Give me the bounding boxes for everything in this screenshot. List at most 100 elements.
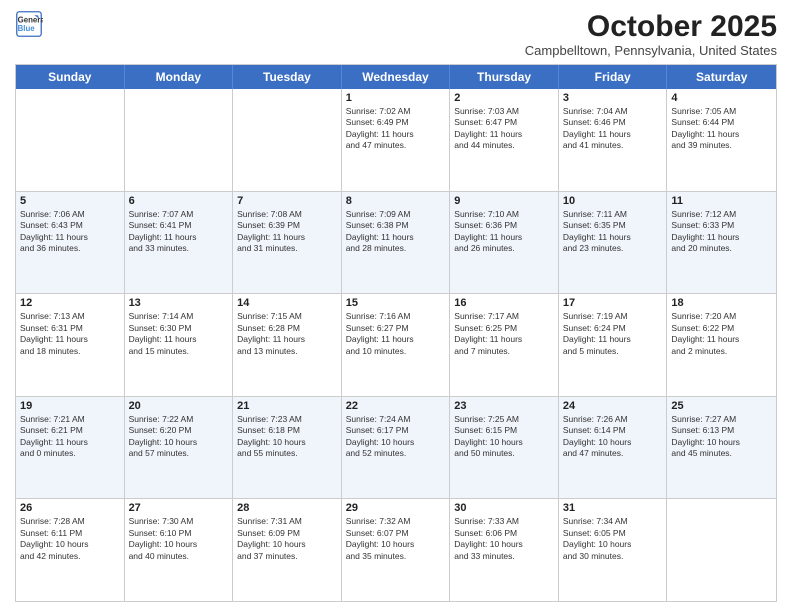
- calendar-week-4: 19 Sunrise: 7:21 AM Sunset: 6:21 PM Dayli…: [16, 397, 776, 500]
- cell-info: Sunrise: 7:02 AM Sunset: 6:49 PM Dayligh…: [346, 106, 446, 152]
- page-title: October 2025: [525, 10, 777, 43]
- cell-info: Sunrise: 7:34 AM Sunset: 6:05 PM Dayligh…: [563, 516, 663, 562]
- calendar-week-2: 5 Sunrise: 7:06 AM Sunset: 6:43 PM Daylig…: [16, 192, 776, 295]
- cell-info: Sunrise: 7:04 AM Sunset: 6:46 PM Dayligh…: [563, 106, 663, 152]
- calendar-cell: 9 Sunrise: 7:10 AM Sunset: 6:36 PM Daylig…: [450, 192, 559, 294]
- calendar-cell: [16, 89, 125, 191]
- cell-info: Sunrise: 7:10 AM Sunset: 6:36 PM Dayligh…: [454, 209, 554, 255]
- calendar-cell: 5 Sunrise: 7:06 AM Sunset: 6:43 PM Daylig…: [16, 192, 125, 294]
- calendar-week-3: 12 Sunrise: 7:13 AM Sunset: 6:31 PM Dayli…: [16, 294, 776, 397]
- cell-day-number: 20: [129, 400, 229, 412]
- calendar-cell: 29Sunrise: 7:32 AM Sunset: 6:07 PM Dayli…: [342, 499, 451, 601]
- logo: General Blue: [15, 10, 43, 38]
- cell-info: Sunrise: 7:23 AM Sunset: 6:18 PM Dayligh…: [237, 414, 337, 460]
- cell-day-number: 2: [454, 92, 554, 104]
- cell-info: Sunrise: 7:20 AM Sunset: 6:22 PM Dayligh…: [671, 311, 772, 357]
- calendar-cell: [667, 499, 776, 601]
- cell-day-number: 1: [346, 92, 446, 104]
- cell-info: Sunrise: 7:16 AM Sunset: 6:27 PM Dayligh…: [346, 311, 446, 357]
- page: General Blue October 2025 Campbelltown, …: [0, 0, 792, 612]
- cell-day-number: 17: [563, 297, 663, 309]
- cell-day-number: 18: [671, 297, 772, 309]
- calendar-cell: 23 Sunrise: 7:25 AM Sunset: 6:15 PM Dayli…: [450, 397, 559, 499]
- calendar-cell: 4 Sunrise: 7:05 AM Sunset: 6:44 PM Daylig…: [667, 89, 776, 191]
- calendar-cell: 30 Sunrise: 7:33 AM Sunset: 6:06 PM Dayli…: [450, 499, 559, 601]
- calendar-cell: 1 Sunrise: 7:02 AM Sunset: 6:49 PM Daylig…: [342, 89, 451, 191]
- cell-info: Sunrise: 7:06 AM Sunset: 6:43 PM Dayligh…: [20, 209, 120, 255]
- col-thursday: Thursday: [450, 65, 559, 89]
- cell-day-number: 3: [563, 92, 663, 104]
- cell-day-number: 6: [129, 195, 229, 207]
- cell-info: Sunrise: 7:21 AM Sunset: 6:21 PM Dayligh…: [20, 414, 120, 460]
- logo-icon: General Blue: [15, 10, 43, 38]
- title-block: October 2025 Campbelltown, Pennsylvania,…: [525, 10, 777, 58]
- cell-day-number: 27: [129, 502, 229, 514]
- calendar-cell: 21 Sunrise: 7:23 AM Sunset: 6:18 PM Dayli…: [233, 397, 342, 499]
- cell-info: Sunrise: 7:30 AM Sunset: 6:10 PM Dayligh…: [129, 516, 229, 562]
- calendar-week-1: 1 Sunrise: 7:02 AM Sunset: 6:49 PM Daylig…: [16, 89, 776, 192]
- cell-day-number: 19: [20, 400, 120, 412]
- cell-info: Sunrise: 7:17 AM Sunset: 6:25 PM Dayligh…: [454, 311, 554, 357]
- cell-day-number: 22: [346, 400, 446, 412]
- calendar-cell: 25 Sunrise: 7:27 AM Sunset: 6:13 PM Dayli…: [667, 397, 776, 499]
- cell-day-number: 14: [237, 297, 337, 309]
- cell-day-number: 5: [20, 195, 120, 207]
- cell-day-number: 4: [671, 92, 772, 104]
- cell-day-number: 11: [671, 195, 772, 207]
- cell-info: Sunrise: 7:08 AM Sunset: 6:39 PM Dayligh…: [237, 209, 337, 255]
- calendar-cell: 31 Sunrise: 7:34 AM Sunset: 6:05 PM Dayli…: [559, 499, 668, 601]
- cell-info: Sunrise: 7:27 AM Sunset: 6:13 PM Dayligh…: [671, 414, 772, 460]
- calendar-cell: 28 Sunrise: 7:31 AM Sunset: 6:09 PM Dayli…: [233, 499, 342, 601]
- cell-day-number: 28: [237, 502, 337, 514]
- cell-day-number: 25: [671, 400, 772, 412]
- cell-day-number: 15: [346, 297, 446, 309]
- calendar-cell: [233, 89, 342, 191]
- header: General Blue October 2025 Campbelltown, …: [15, 10, 777, 58]
- cell-day-number: 7: [237, 195, 337, 207]
- calendar-cell: 24 Sunrise: 7:26 AM Sunset: 6:14 PM Dayli…: [559, 397, 668, 499]
- calendar-cell: 6Sunrise: 7:07 AM Sunset: 6:41 PM Daylig…: [125, 192, 234, 294]
- cell-info: Sunrise: 7:14 AM Sunset: 6:30 PM Dayligh…: [129, 311, 229, 357]
- col-monday: Monday: [125, 65, 234, 89]
- calendar-cell: 22Sunrise: 7:24 AM Sunset: 6:17 PM Dayli…: [342, 397, 451, 499]
- calendar-cell: 13 Sunrise: 7:14 AM Sunset: 6:30 PM Dayli…: [125, 294, 234, 396]
- svg-text:General: General: [18, 15, 43, 24]
- calendar-cell: 11Sunrise: 7:12 AM Sunset: 6:33 PM Dayli…: [667, 192, 776, 294]
- cell-day-number: 21: [237, 400, 337, 412]
- col-friday: Friday: [559, 65, 668, 89]
- calendar: Sunday Monday Tuesday Wednesday Thursday…: [15, 64, 777, 602]
- cell-info: Sunrise: 7:22 AM Sunset: 6:20 PM Dayligh…: [129, 414, 229, 460]
- cell-info: Sunrise: 7:05 AM Sunset: 6:44 PM Dayligh…: [671, 106, 772, 152]
- cell-day-number: 10: [563, 195, 663, 207]
- cell-day-number: 13: [129, 297, 229, 309]
- cell-info: Sunrise: 7:28 AM Sunset: 6:11 PM Dayligh…: [20, 516, 120, 562]
- calendar-cell: 17 Sunrise: 7:19 AM Sunset: 6:24 PM Dayli…: [559, 294, 668, 396]
- col-tuesday: Tuesday: [233, 65, 342, 89]
- cell-info: Sunrise: 7:19 AM Sunset: 6:24 PM Dayligh…: [563, 311, 663, 357]
- calendar-body: 1 Sunrise: 7:02 AM Sunset: 6:49 PM Daylig…: [16, 89, 776, 601]
- cell-day-number: 23: [454, 400, 554, 412]
- cell-info: Sunrise: 7:13 AM Sunset: 6:31 PM Dayligh…: [20, 311, 120, 357]
- cell-info: Sunrise: 7:33 AM Sunset: 6:06 PM Dayligh…: [454, 516, 554, 562]
- calendar-cell: 8 Sunrise: 7:09 AM Sunset: 6:38 PM Daylig…: [342, 192, 451, 294]
- calendar-cell: 12 Sunrise: 7:13 AM Sunset: 6:31 PM Dayli…: [16, 294, 125, 396]
- calendar-cell: 10 Sunrise: 7:11 AM Sunset: 6:35 PM Dayli…: [559, 192, 668, 294]
- cell-day-number: 31: [563, 502, 663, 514]
- calendar-cell: 7 Sunrise: 7:08 AM Sunset: 6:39 PM Daylig…: [233, 192, 342, 294]
- calendar-cell: 3 Sunrise: 7:04 AM Sunset: 6:46 PM Daylig…: [559, 89, 668, 191]
- cell-info: Sunrise: 7:09 AM Sunset: 6:38 PM Dayligh…: [346, 209, 446, 255]
- col-wednesday: Wednesday: [342, 65, 451, 89]
- cell-day-number: 12: [20, 297, 120, 309]
- col-sunday: Sunday: [16, 65, 125, 89]
- cell-day-number: 9: [454, 195, 554, 207]
- cell-info: Sunrise: 7:26 AM Sunset: 6:14 PM Dayligh…: [563, 414, 663, 460]
- cell-info: Sunrise: 7:25 AM Sunset: 6:15 PM Dayligh…: [454, 414, 554, 460]
- cell-info: Sunrise: 7:31 AM Sunset: 6:09 PM Dayligh…: [237, 516, 337, 562]
- cell-info: Sunrise: 7:11 AM Sunset: 6:35 PM Dayligh…: [563, 209, 663, 255]
- cell-day-number: 24: [563, 400, 663, 412]
- cell-day-number: 30: [454, 502, 554, 514]
- cell-day-number: 8: [346, 195, 446, 207]
- cell-info: Sunrise: 7:03 AM Sunset: 6:47 PM Dayligh…: [454, 106, 554, 152]
- calendar-header: Sunday Monday Tuesday Wednesday Thursday…: [16, 65, 776, 89]
- calendar-week-5: 26Sunrise: 7:28 AM Sunset: 6:11 PM Dayli…: [16, 499, 776, 601]
